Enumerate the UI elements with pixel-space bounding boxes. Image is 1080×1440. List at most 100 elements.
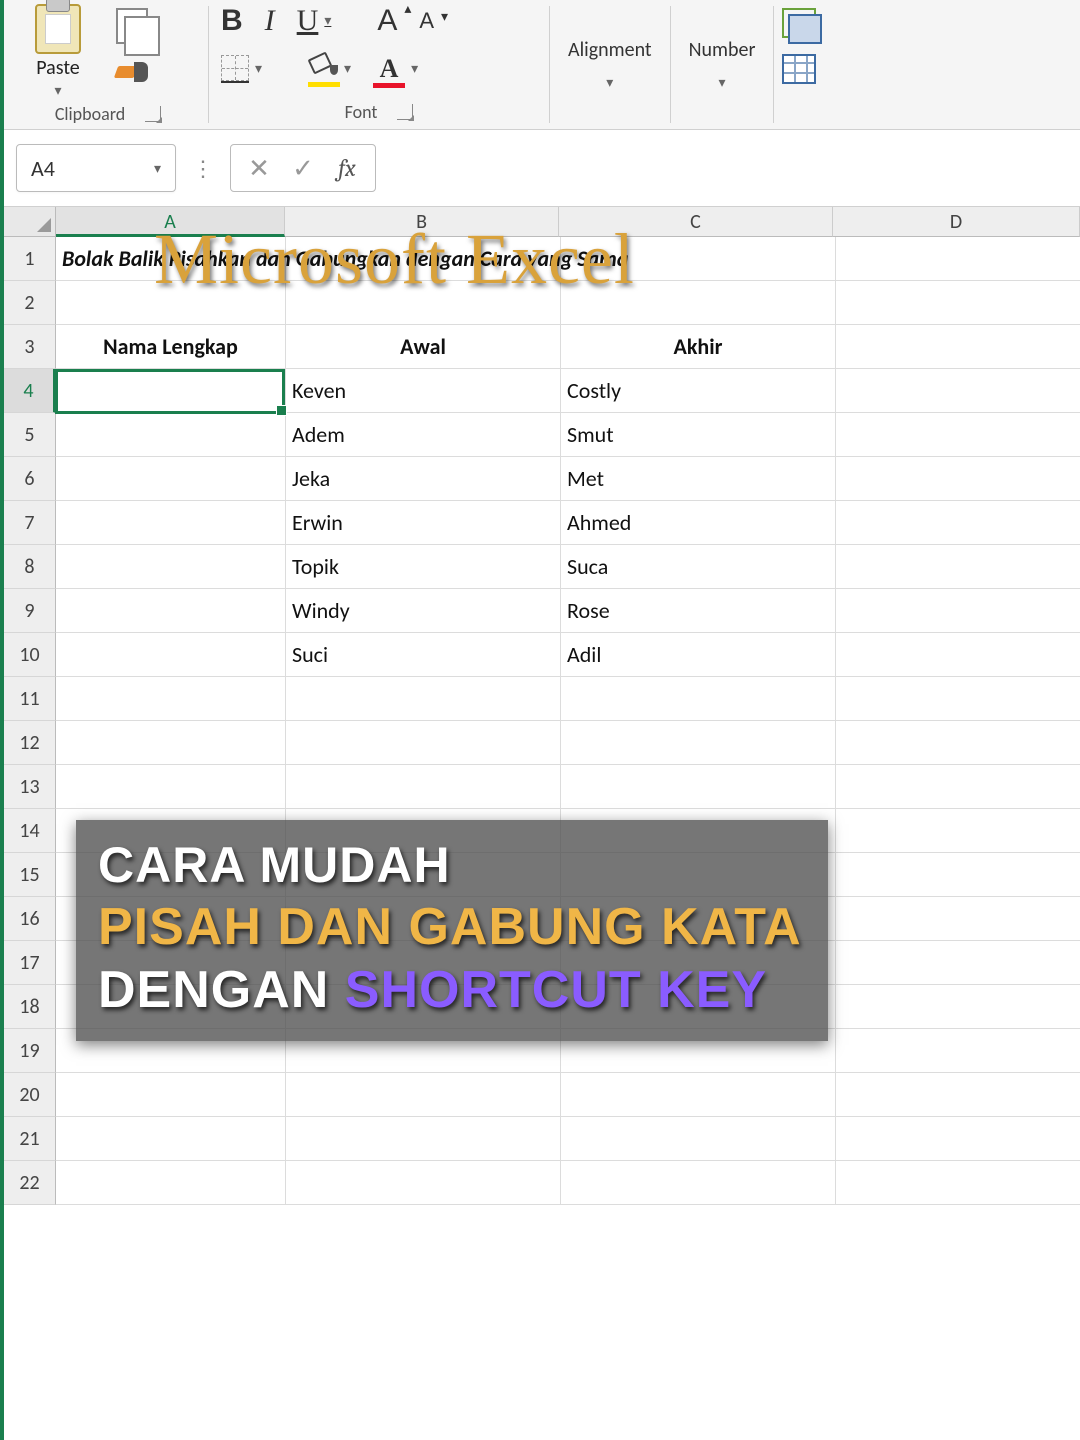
cell-B11[interactable] — [286, 677, 561, 721]
cancel-button[interactable]: ✕ — [239, 148, 279, 188]
cell-B9[interactable]: Windy — [286, 589, 561, 633]
cell-C6[interactable]: Met — [561, 457, 836, 501]
row-header[interactable]: 12 — [4, 721, 56, 765]
row-header[interactable]: 17 — [4, 941, 56, 985]
row-header[interactable]: 22 — [4, 1161, 56, 1205]
row-header[interactable]: 9 — [4, 589, 56, 633]
cell-A4[interactable] — [56, 369, 286, 413]
cell-D9[interactable] — [836, 589, 1080, 633]
row-header[interactable]: 4 — [4, 369, 56, 413]
cell-B13[interactable] — [286, 765, 561, 809]
cell-B4[interactable]: Keven — [286, 369, 561, 413]
row-header[interactable]: 11 — [4, 677, 56, 721]
conditional-formatting-icon[interactable] — [782, 8, 816, 38]
row-header[interactable]: 6 — [4, 457, 56, 501]
row-header[interactable]: 18 — [4, 985, 56, 1029]
cell-D21[interactable] — [836, 1117, 1080, 1161]
enter-button[interactable]: ✓ — [283, 148, 323, 188]
cell-D18[interactable] — [836, 985, 1080, 1029]
row-header[interactable]: 21 — [4, 1117, 56, 1161]
cell-B3[interactable]: Awal — [286, 325, 561, 369]
chevron-down-icon[interactable]: ▾ — [154, 160, 161, 177]
chevron-down-icon[interactable]: ▾ — [344, 61, 351, 78]
row-header[interactable]: 8 — [4, 545, 56, 589]
cell-A5[interactable] — [56, 413, 286, 457]
borders-button[interactable]: ▾ — [219, 55, 264, 83]
grow-font-button[interactable]: A▴ — [375, 4, 399, 38]
cell-D8[interactable] — [836, 545, 1080, 589]
row-header[interactable]: 13 — [4, 765, 56, 809]
cell-C22[interactable] — [561, 1161, 836, 1205]
cell-C20[interactable] — [561, 1073, 836, 1117]
row-header[interactable]: 3 — [4, 325, 56, 369]
fill-color-button[interactable]: ▾ — [306, 55, 353, 83]
dialog-launcher-icon[interactable] — [145, 106, 161, 122]
cell-D4[interactable] — [836, 369, 1080, 413]
row-header[interactable]: 20 — [4, 1073, 56, 1117]
cell-D17[interactable] — [836, 941, 1080, 985]
cell-A3[interactable]: Nama Lengkap — [56, 325, 286, 369]
name-box[interactable]: A4 ▾ — [16, 144, 176, 192]
cell-B5[interactable]: Adem — [286, 413, 561, 457]
cell-D14[interactable] — [836, 809, 1080, 853]
format-as-table-icon[interactable] — [782, 54, 816, 84]
cell-D16[interactable] — [836, 897, 1080, 941]
cell-D15[interactable] — [836, 853, 1080, 897]
cell-C5[interactable]: Smut — [561, 413, 836, 457]
cell-B20[interactable] — [286, 1073, 561, 1117]
cell-C10[interactable]: Adil — [561, 633, 836, 677]
row-header[interactable]: 7 — [4, 501, 56, 545]
cell-D10[interactable] — [836, 633, 1080, 677]
bold-button[interactable]: B — [219, 4, 245, 38]
cell-A11[interactable] — [56, 677, 286, 721]
cell-B8[interactable]: Topik — [286, 545, 561, 589]
row-header[interactable]: 16 — [4, 897, 56, 941]
cell-A21[interactable] — [56, 1117, 286, 1161]
alignment-button[interactable]: Alignment ▾ — [550, 0, 670, 129]
fx-button[interactable]: fx — [327, 148, 367, 188]
cell-B12[interactable] — [286, 721, 561, 765]
font-color-button[interactable]: A ▾ — [371, 54, 420, 84]
cell-B6[interactable]: Jeka — [286, 457, 561, 501]
cell-C9[interactable]: Rose — [561, 589, 836, 633]
cell-A9[interactable] — [56, 589, 286, 633]
cell-C7[interactable]: Ahmed — [561, 501, 836, 545]
underline-button[interactable]: U ▾ — [295, 4, 334, 38]
row-header[interactable]: 15 — [4, 853, 56, 897]
cell-B21[interactable] — [286, 1117, 561, 1161]
cell-D7[interactable] — [836, 501, 1080, 545]
cell-C8[interactable]: Suca — [561, 545, 836, 589]
copy-icon[interactable] — [116, 8, 148, 44]
shrink-font-button[interactable]: A▾ — [417, 8, 436, 34]
chevron-down-icon[interactable]: ▾ — [411, 61, 418, 78]
chevron-down-icon[interactable]: ▾ — [54, 82, 61, 99]
cell-B7[interactable]: Erwin — [286, 501, 561, 545]
cell-D19[interactable] — [836, 1029, 1080, 1073]
cell-D5[interactable] — [836, 413, 1080, 457]
paste-button[interactable]: Paste ▾ — [18, 4, 98, 99]
cell-C4[interactable]: Costly — [561, 369, 836, 413]
column-header-D[interactable]: D — [833, 207, 1080, 237]
cell-C21[interactable] — [561, 1117, 836, 1161]
chevron-down-icon[interactable]: ▾ — [255, 61, 262, 78]
row-header[interactable]: 14 — [4, 809, 56, 853]
row-header[interactable]: 19 — [4, 1029, 56, 1073]
row-header[interactable]: 1 — [4, 237, 56, 281]
cell-A22[interactable] — [56, 1161, 286, 1205]
number-button[interactable]: Number ▾ — [671, 0, 774, 129]
cell-D1[interactable] — [836, 237, 1080, 281]
cell-A6[interactable] — [56, 457, 286, 501]
cell-D20[interactable] — [836, 1073, 1080, 1117]
cell-D11[interactable] — [836, 677, 1080, 721]
italic-button[interactable]: I — [263, 4, 277, 38]
spreadsheet-grid[interactable]: A B C D 1Bolak Balik Pisahkan dan Gabung… — [4, 207, 1080, 1205]
row-header[interactable]: 5 — [4, 413, 56, 457]
cell-B10[interactable]: Suci — [286, 633, 561, 677]
select-all-corner[interactable] — [4, 207, 56, 237]
cell-D3[interactable] — [836, 325, 1080, 369]
cell-D22[interactable] — [836, 1161, 1080, 1205]
cell-A20[interactable] — [56, 1073, 286, 1117]
cell-D2[interactable] — [836, 281, 1080, 325]
cell-A10[interactable] — [56, 633, 286, 677]
row-header[interactable]: 2 — [4, 281, 56, 325]
